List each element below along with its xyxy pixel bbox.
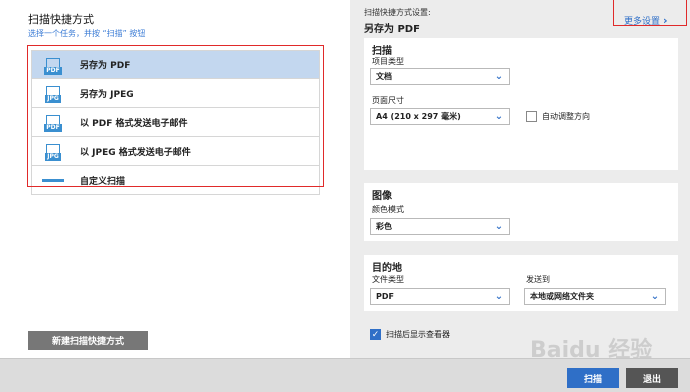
file-type-value: PDF [376,292,394,301]
item-type-label: 项目类型 [372,57,404,66]
show-viewer-checkbox[interactable]: ✓ [370,329,381,340]
send-to-label: 发送到 [526,275,550,284]
exit-button[interactable]: 退出 [626,368,678,388]
color-mode-label: 颜色模式 [372,205,404,214]
scan-panel: 扫描 项目类型 文档 ⌄ 页面尺寸 A4 (210 x 297 毫米) ⌄ 自动… [364,38,678,170]
page-size-value: A4 (210 x 297 毫米) [376,112,461,121]
highlight-box [613,0,687,26]
color-mode-value: 彩色 [376,222,392,231]
item-type-select[interactable]: 文档 ⌄ [370,68,510,85]
item-type-value: 文档 [376,72,392,81]
settings-caption: 扫描快捷方式设置: [364,8,431,17]
destination-panel: 目的地 文件类型 PDF ⌄ 发送到 本地或网络文件夹 ⌄ [364,255,678,311]
highlight-box [27,45,324,187]
show-viewer-label: 扫描后显示查看器 [386,330,450,339]
page-size-select[interactable]: A4 (210 x 297 毫米) ⌄ [370,108,510,125]
send-to-value: 本地或网络文件夹 [530,292,594,301]
image-panel: 图像 颜色模式 彩色 ⌄ [364,183,678,241]
chevron-down-icon: ⌄ [494,111,504,122]
chevron-down-icon: ⌄ [650,291,660,302]
shortcuts-pane: 扫描快捷方式 选择一个任务，并按 “扫描” 按钮 PDF 另存为 PDF JPG… [0,0,350,358]
page-size-label: 页面尺寸 [372,96,404,105]
shortcuts-title: 扫描快捷方式 [28,13,94,26]
file-type-select[interactable]: PDF ⌄ [370,288,510,305]
file-type-label: 文件类型 [372,275,404,284]
auto-orient-checkbox[interactable] [526,111,537,122]
chevron-down-icon: ⌄ [494,291,504,302]
send-to-select[interactable]: 本地或网络文件夹 ⌄ [524,288,666,305]
scan-panel-title: 扫描 [372,46,392,57]
destination-panel-title: 目的地 [372,263,402,274]
new-shortcut-button[interactable]: 新建扫描快捷方式 [28,331,148,350]
chevron-down-icon: ⌄ [494,221,504,232]
settings-pane: 扫描快捷方式设置: 另存为 PDF 更多设置 › 扫描 项目类型 文档 ⌄ 页面尺… [350,0,690,358]
settings-shortcut-name: 另存为 PDF [364,24,420,35]
chevron-down-icon: ⌄ [494,71,504,82]
color-mode-select[interactable]: 彩色 ⌄ [370,218,510,235]
scan-button[interactable]: 扫描 [567,368,619,388]
auto-orient-label: 自动调整方向 [542,112,590,121]
shortcuts-subtitle: 选择一个任务，并按 “扫描” 按钮 [28,29,146,38]
image-panel-title: 图像 [372,191,392,202]
